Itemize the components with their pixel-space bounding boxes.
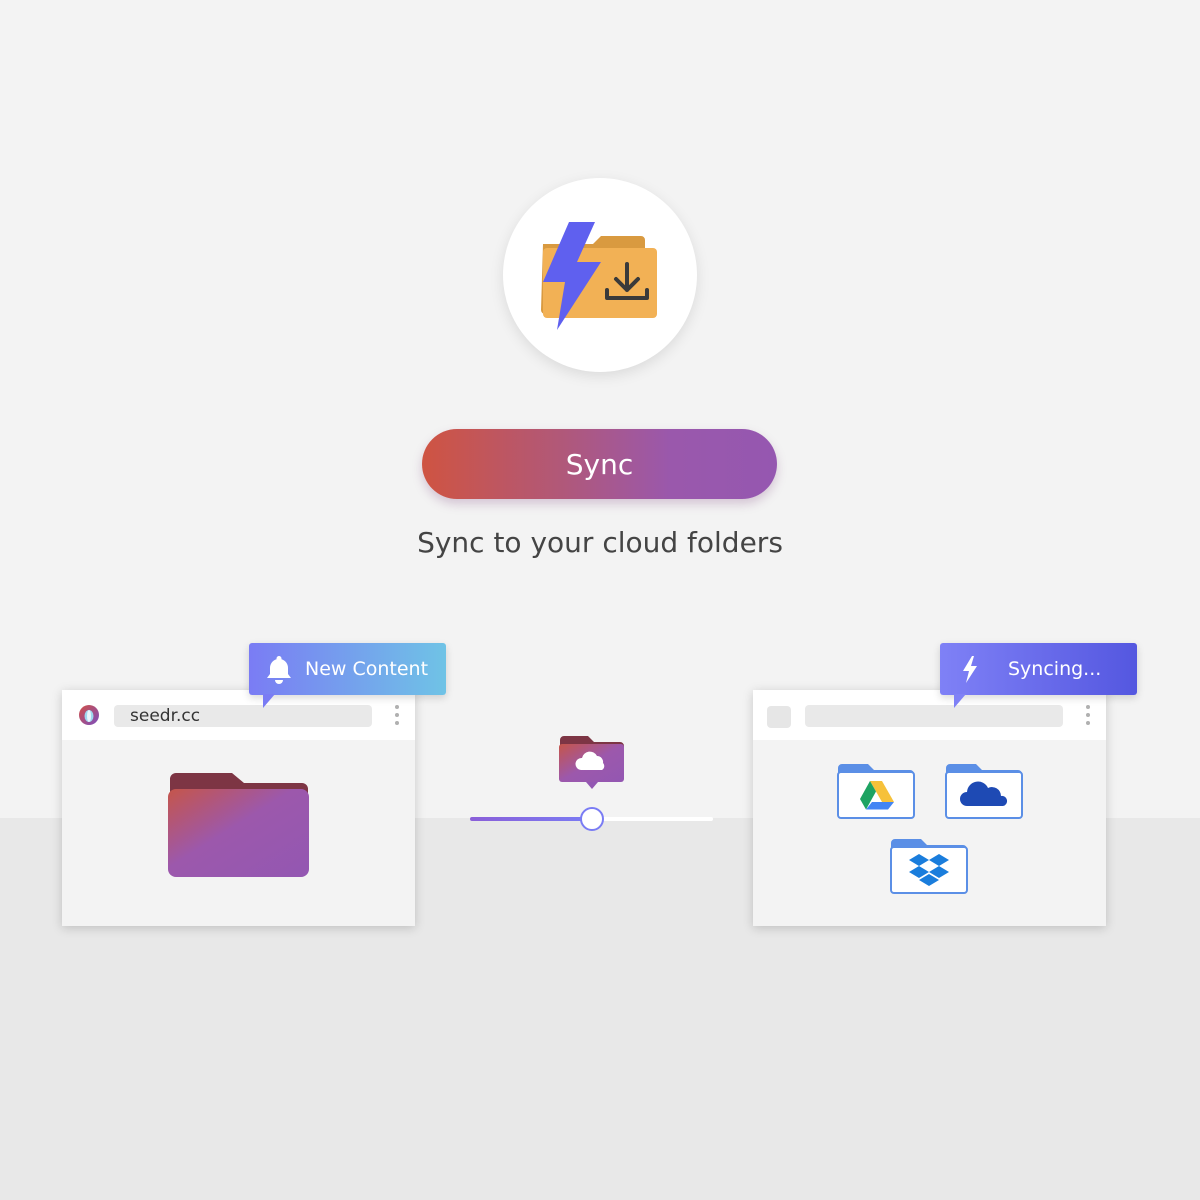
dropbox-icon[interactable] [890,837,968,895]
destination-browser-window [753,690,1106,926]
more-menu-icon[interactable] [1086,705,1090,729]
favicon-placeholder [767,706,791,728]
folder-icon [168,773,309,877]
lightning-icon [963,656,977,683]
source-browser-window: seedr.cc [62,690,415,926]
url-bar[interactable] [805,705,1063,727]
hero-icon-circle [503,178,697,372]
notification-label: New Content [305,658,429,680]
lightning-download-folder-icon [541,222,657,330]
notification-label: Syncing... [1008,658,1102,680]
syncing-notification: Syncing... [940,643,1137,708]
more-menu-icon[interactable] [395,705,399,729]
onedrive-icon[interactable] [945,762,1023,820]
cloud-folder-icon [559,736,624,789]
transfer-progress-fill [470,817,592,821]
transfer-progress-handle[interactable] [580,807,604,831]
new-content-notification: New Content [249,643,446,708]
url-bar[interactable]: seedr.cc [114,705,372,727]
tooltip-tail [263,694,275,708]
bell-icon [267,656,291,684]
sync-button[interactable]: Sync [422,429,777,499]
tagline: Sync to your cloud folders [417,526,783,559]
seedr-logo-icon [79,705,99,725]
browser-toolbar [753,690,1106,740]
browser-toolbar: seedr.cc [62,690,415,740]
tooltip-tail [954,694,966,708]
google-drive-icon[interactable] [837,762,915,820]
